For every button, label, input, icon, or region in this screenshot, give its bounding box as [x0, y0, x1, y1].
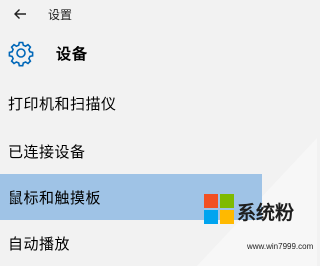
- window-title: 设置: [48, 7, 73, 22]
- sidebar-item-label: 打印机和扫描仪: [8, 94, 117, 113]
- sidebar-item-label: 自动播放: [8, 234, 71, 253]
- sidebar-item-label: 已连接设备: [8, 142, 86, 161]
- sidebar-item-connected-devices[interactable]: 已连接设备: [0, 128, 317, 174]
- watermark-brand: 系统粉: [237, 202, 295, 224]
- gear-icon: [6, 38, 36, 68]
- watermark-url: www.win7999.com: [247, 242, 314, 251]
- page-title: 设备: [56, 44, 89, 63]
- page-header: 设备: [0, 34, 317, 72]
- sidebar-item-label: 鼠标和触摸板: [8, 188, 102, 207]
- title-bar: 设置: [0, 0, 317, 28]
- windows-logo-icon: [204, 194, 234, 224]
- back-button[interactable]: [6, 0, 34, 28]
- arrow-left-icon: [14, 9, 26, 19]
- watermark: 系统粉 www.win7999.com: [203, 190, 315, 264]
- sidebar-item-printers-scanners[interactable]: 打印机和扫描仪: [0, 80, 317, 126]
